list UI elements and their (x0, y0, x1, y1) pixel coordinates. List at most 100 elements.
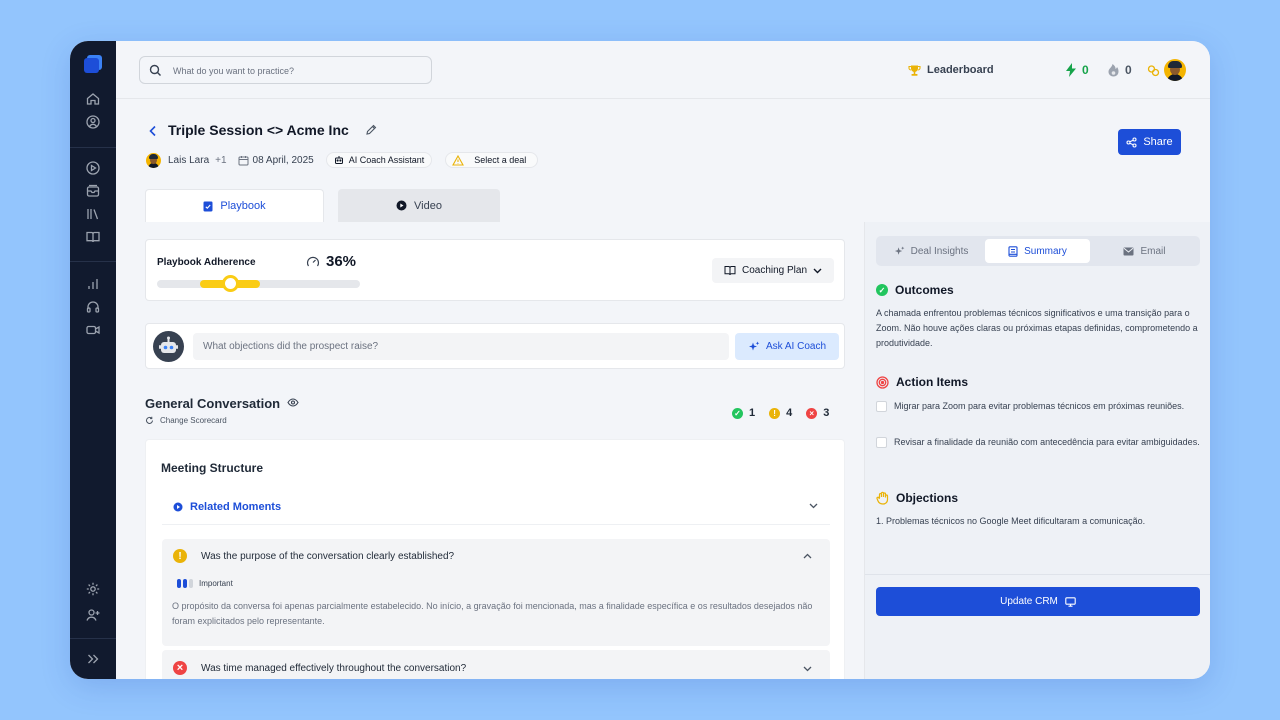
tab-deal-insights-label: Deal Insights (910, 245, 969, 257)
user-circle-icon[interactable] (85, 114, 101, 130)
playbook-panel: Playbook Adherence 36% Coaching Plan Wha… (116, 222, 864, 679)
search-icon (149, 64, 161, 76)
robot-avatar (153, 331, 184, 362)
tab-deal-insights[interactable]: Deal Insights (879, 239, 983, 263)
eye-icon[interactable] (287, 398, 299, 407)
play-circle-icon (396, 200, 407, 211)
tab-summary-label: Summary (1024, 245, 1067, 257)
tab-video[interactable]: Video (338, 189, 500, 222)
search-box[interactable] (139, 56, 432, 84)
warning-triangle-icon (452, 154, 465, 166)
action-item-checkbox[interactable] (876, 401, 887, 412)
bar-chart-icon[interactable] (85, 276, 101, 292)
update-crm-button[interactable]: Update CRM (876, 587, 1200, 616)
back-chevron-icon[interactable] (148, 125, 158, 137)
streak-stat: 0 (1107, 61, 1132, 79)
objections-text: 1. Problemas técnicos no Google Meet dif… (876, 516, 1146, 526)
chevron-up-icon[interactable] (803, 553, 812, 559)
energy-count: 0 (1082, 63, 1089, 77)
action-item-text: Migrar para Zoom para evitar problemas t… (894, 401, 1185, 411)
clipboard-check-icon (203, 201, 213, 211)
streak-count: 0 (1125, 63, 1132, 77)
owner-name[interactable]: Lais Lara (168, 155, 209, 166)
user-avatar[interactable] (1164, 59, 1186, 81)
gauge-icon (306, 256, 320, 267)
action-item: Migrar para Zoom para evitar problemas t… (876, 399, 1200, 414)
related-moments-label: Related Moments (190, 500, 282, 513)
action-item: Revisar a finalidade da reunião com ante… (876, 435, 1200, 450)
ask-ai-coach-label: Ask AI Coach (765, 341, 827, 352)
library-icon[interactable] (85, 206, 101, 222)
check-circle-icon: ✓ (876, 284, 888, 296)
share-button[interactable]: Share (1118, 129, 1181, 155)
app-window: Leaderboard 0 0 494 Triple Session <> Ac… (70, 41, 1210, 679)
action-item-checkbox[interactable] (876, 437, 887, 448)
ai-coach-assistant-label: AI Coach Assistant (348, 155, 425, 165)
leaderboard-link[interactable]: Leaderboard (908, 61, 994, 79)
sparkles-icon (894, 245, 904, 255)
meeting-structure-title: Meeting Structure (161, 461, 264, 475)
headset-icon[interactable] (85, 299, 101, 315)
question-item[interactable]: × Was time managed effectively throughou… (162, 650, 830, 679)
edit-pencil-icon[interactable] (365, 124, 377, 136)
search-input[interactable] (173, 62, 423, 80)
action-items-heading: Action Items (876, 375, 968, 389)
page-title: Triple Session <> Acme Inc (168, 122, 349, 138)
change-scorecard-link[interactable]: Change Scorecard (145, 416, 227, 425)
session-date: 08 April, 2025 (252, 154, 314, 166)
importance-bars-icon (177, 579, 193, 588)
action-items-title: Action Items (896, 375, 969, 389)
pass-count-value: 1 (749, 407, 756, 419)
book-open-icon[interactable] (85, 229, 101, 245)
coaching-plan-dropdown[interactable]: Coaching Plan (712, 258, 834, 283)
importance-label: Important (199, 579, 233, 588)
extra-participants[interactable]: +1 (215, 155, 226, 166)
coach-question-input[interactable] (193, 333, 729, 360)
play-circle-icon[interactable] (85, 160, 101, 176)
inbox-icon[interactable] (85, 183, 101, 199)
coaching-plan-label: Coaching Plan (741, 265, 808, 276)
chevron-down-icon[interactable] (803, 666, 812, 672)
top-bar: Leaderboard 0 0 494 (116, 41, 1210, 99)
score-counts: ✓ 1 ! 4 × 3 (732, 407, 843, 419)
warn-count: ! 4 (769, 407, 792, 419)
tab-email[interactable]: Email (1092, 239, 1197, 263)
sidebar-divider (70, 261, 116, 262)
video-camera-icon[interactable] (85, 322, 101, 338)
coins-icon (1147, 64, 1160, 76)
settings-gear-icon[interactable] (85, 581, 101, 597)
ai-coach-assistant-chip[interactable]: AI Coach Assistant (325, 152, 433, 168)
share-icon (1126, 136, 1137, 148)
select-deal-chip[interactable]: Select a deal (445, 152, 539, 168)
sparkles-icon (748, 341, 760, 350)
related-moments-toggle[interactable]: Related Moments (162, 489, 830, 525)
tab-playbook-label: Playbook (220, 200, 266, 212)
tab-summary[interactable]: Summary (985, 239, 1090, 263)
tab-playbook[interactable]: Playbook (145, 189, 324, 222)
home-icon[interactable] (85, 91, 101, 107)
pass-count: ✓ 1 (732, 407, 755, 419)
warning-circle-icon: ! (173, 549, 187, 563)
energy-stat: 0 (1065, 61, 1089, 79)
owner-avatar (146, 152, 161, 168)
lightning-icon (1066, 63, 1076, 77)
monitor-icon (1065, 596, 1076, 607)
adherence-label: Playbook Adherence (157, 257, 256, 268)
share-label: Share (1143, 136, 1173, 148)
sidebar-divider (70, 147, 116, 148)
update-crm-label: Update CRM (1000, 596, 1058, 607)
playbook-adherence-card: Playbook Adherence 36% Coaching Plan (145, 239, 845, 301)
ask-ai-coach-button[interactable]: Ask AI Coach (735, 333, 839, 360)
question-item[interactable]: ! Was the purpose of the conversation cl… (162, 539, 830, 646)
outcomes-text: A chamada enfrentou problemas técnicos s… (876, 308, 1198, 348)
chevron-down-icon (813, 268, 822, 273)
target-icon (876, 375, 889, 389)
tab-email-label: Email (1140, 245, 1166, 257)
app-logo[interactable] (84, 55, 102, 73)
adherence-slider-knob (222, 275, 240, 292)
expand-sidebar-icon[interactable] (85, 651, 101, 667)
summary-panel: Deal Insights Summary Email ✓ Outcomes A… (864, 222, 1210, 679)
importance-badge: Important (177, 579, 233, 588)
tab-video-label: Video (414, 199, 442, 212)
add-user-icon[interactable] (85, 607, 101, 623)
